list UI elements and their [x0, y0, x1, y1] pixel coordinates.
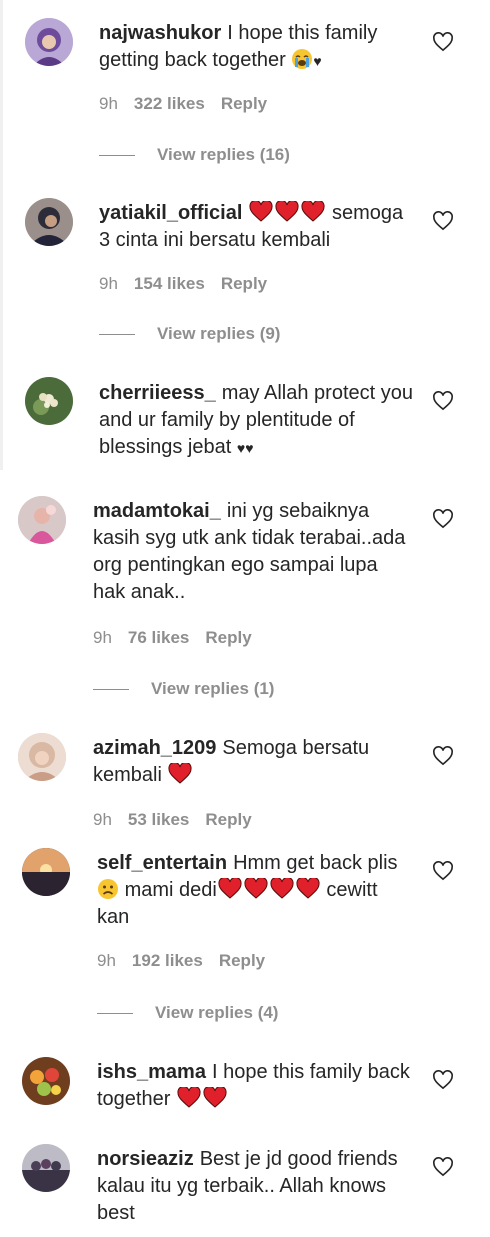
- comment-text: ishs_mama I hope this family back togethe…: [97, 1059, 415, 1113]
- black-heart-icon: ♥: [313, 53, 322, 69]
- comment-username[interactable]: yatiakil_official: [99, 202, 242, 224]
- comment-time: 9h: [93, 628, 112, 647]
- replies-divider: [93, 689, 129, 691]
- view-replies-label: View replies (1): [151, 679, 275, 698]
- avatar[interactable]: [25, 18, 73, 66]
- comment-meta: 9h 192 likes Reply: [97, 951, 265, 971]
- view-replies-button[interactable]: View replies (9): [99, 324, 280, 344]
- comment-username[interactable]: madamtokai_: [93, 500, 221, 522]
- avatar[interactable]: [18, 733, 66, 781]
- comment-body: Hmm get back plis: [233, 852, 398, 874]
- comment-username[interactable]: azimah_1209: [93, 737, 216, 759]
- replies-divider: [97, 1013, 133, 1015]
- crying-face-icon: [291, 48, 313, 70]
- red-heart-icon: [177, 1087, 201, 1108]
- comment-username[interactable]: najwashukor: [99, 22, 221, 44]
- reply-button[interactable]: Reply: [205, 628, 251, 647]
- like-heart-icon[interactable]: [432, 861, 454, 881]
- comment-meta: 9h 53 likes Reply: [93, 810, 252, 830]
- red-heart-icon: [218, 878, 242, 899]
- red-heart-icon: [275, 201, 299, 222]
- thread-border: [0, 0, 3, 470]
- red-heart-icon: [203, 1087, 227, 1108]
- view-replies-label: View replies (9): [157, 324, 281, 343]
- red-heart-icon: [296, 878, 320, 899]
- likes-count[interactable]: 322 likes: [134, 94, 205, 113]
- like-heart-icon[interactable]: [432, 391, 454, 411]
- replies-divider: [99, 334, 135, 336]
- comment-text: madamtokai_ ini yg sebaiknya kasih syg ut…: [93, 498, 411, 606]
- likes-count[interactable]: 76 likes: [128, 628, 189, 647]
- comment-username[interactable]: norsieaziz: [97, 1148, 194, 1170]
- sad-face-icon: [97, 878, 119, 900]
- like-heart-icon[interactable]: [432, 1157, 454, 1177]
- red-heart-icon: [270, 878, 294, 899]
- comment-time: 9h: [99, 94, 118, 113]
- red-heart-icon: [244, 878, 268, 899]
- like-heart-icon[interactable]: [432, 32, 454, 52]
- avatar[interactable]: [25, 198, 73, 246]
- red-heart-icon: [301, 201, 325, 222]
- comment-text: norsieaziz Best je jd good friends kalau …: [97, 1146, 415, 1227]
- reply-button[interactable]: Reply: [205, 810, 251, 829]
- like-heart-icon[interactable]: [432, 509, 454, 529]
- comment-meta: 9h 322 likes Reply: [99, 94, 267, 114]
- comment-time: 9h: [99, 274, 118, 293]
- reply-button[interactable]: Reply: [221, 94, 267, 113]
- comment-text: self_entertain Hmm get back plis mami ded…: [97, 850, 415, 931]
- likes-count[interactable]: 53 likes: [128, 810, 189, 829]
- red-heart-icon: [168, 763, 192, 784]
- like-heart-icon[interactable]: [432, 746, 454, 766]
- avatar[interactable]: [18, 496, 66, 544]
- comment-body-middle: mami dedi: [124, 879, 217, 901]
- comment-time: 9h: [93, 810, 112, 829]
- replies-divider: [99, 155, 135, 157]
- comment-text: najwashukor I hope this family getting ba…: [99, 20, 417, 75]
- comment-text: azimah_1209 Semoga bersatu kembali: [93, 735, 411, 789]
- comment-username[interactable]: self_entertain: [97, 852, 227, 874]
- comment-text: cherriieess_ may Allah protect you and ur…: [99, 380, 417, 462]
- comment-meta: 9h 76 likes Reply: [93, 628, 252, 648]
- comment-time: 9h: [97, 951, 116, 970]
- like-heart-icon[interactable]: [432, 211, 454, 231]
- like-heart-icon[interactable]: [432, 1070, 454, 1090]
- avatar[interactable]: [22, 848, 70, 896]
- view-replies-button[interactable]: View replies (4): [97, 1003, 278, 1023]
- reply-button[interactable]: Reply: [219, 951, 265, 970]
- avatar[interactable]: [25, 377, 73, 425]
- black-heart-icon: ♥♥: [236, 440, 254, 456]
- likes-count[interactable]: 154 likes: [134, 274, 205, 293]
- view-replies-button[interactable]: View replies (1): [93, 679, 274, 699]
- comment-username[interactable]: cherriieess_: [99, 382, 216, 404]
- view-replies-label: View replies (16): [157, 145, 290, 164]
- avatar[interactable]: [22, 1144, 70, 1192]
- comment-text: yatiakil_official semoga 3 cinta ini ber…: [99, 200, 417, 254]
- comment-username[interactable]: ishs_mama: [97, 1061, 206, 1083]
- red-heart-icon: [249, 201, 273, 222]
- view-replies-label: View replies (4): [155, 1003, 279, 1022]
- avatar[interactable]: [22, 1057, 70, 1105]
- view-replies-button[interactable]: View replies (16): [99, 145, 290, 165]
- likes-count[interactable]: 192 likes: [132, 951, 203, 970]
- reply-button[interactable]: Reply: [221, 274, 267, 293]
- comment-meta: 9h 154 likes Reply: [99, 274, 267, 294]
